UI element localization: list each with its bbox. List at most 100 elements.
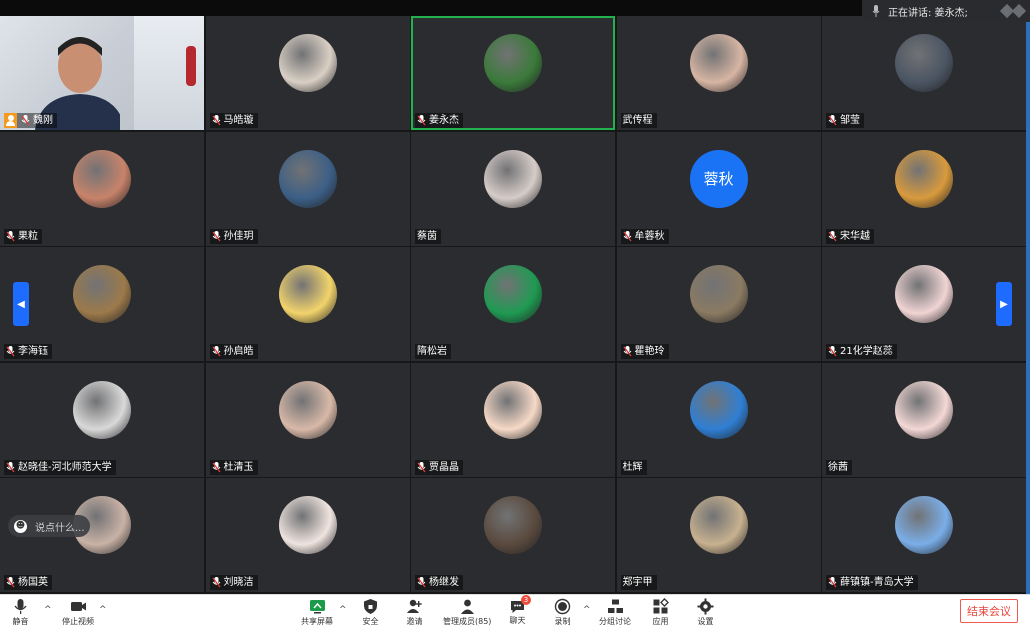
participant-name-tag: 姜永杰 xyxy=(415,113,463,128)
participant-tile[interactable]: 杜辉 xyxy=(616,362,821,477)
settings-label: 设置 xyxy=(697,617,714,626)
apps-button[interactable]: 应用 xyxy=(652,598,669,627)
share-screen-button[interactable]: 共享屏幕 xyxy=(301,598,333,627)
participant-name: 杜清玉 xyxy=(223,461,254,473)
add-user-icon xyxy=(407,599,422,613)
host-icon xyxy=(4,113,17,128)
prev-page-button[interactable]: ◀ xyxy=(13,282,29,326)
participant-name: 武传程 xyxy=(622,115,653,126)
participant-name: 赵晓佳-河北师范大学 xyxy=(18,461,112,473)
camera-icon xyxy=(70,602,86,611)
participant-name-tag: 刘晓洁 xyxy=(209,575,258,590)
manage-members-button[interactable]: 管理成员(85) xyxy=(443,598,491,627)
participant-name: 杜辉 xyxy=(622,461,643,473)
cartoon-astronaut-avatar xyxy=(689,34,748,92)
stop-video-button[interactable]: 停止视频 xyxy=(62,598,94,627)
chat-label: 聊天 xyxy=(509,616,526,625)
participant-tile[interactable]: 徐茜 xyxy=(822,362,1026,477)
participant-name-tag: 魏刚 xyxy=(4,113,57,128)
breakout-label: 分组讨论 xyxy=(599,617,631,626)
mute-button[interactable]: 静音 xyxy=(12,598,29,627)
participant-tile[interactable]: 武传程 xyxy=(616,16,821,130)
participant-tile[interactable]: 瞿艳玲 xyxy=(616,247,821,361)
participant-name-tag: 孙启皓 xyxy=(209,344,258,359)
emoji-icon[interactable]: ☻ xyxy=(14,519,27,533)
participant-tile[interactable]: 果粒 xyxy=(0,131,204,246)
participant-tile[interactable]: 蔡茵 xyxy=(411,131,615,246)
mic-icon xyxy=(828,346,837,357)
record-icon xyxy=(554,598,571,615)
participant-tile[interactable]: 薛镇镇-青岛大学 xyxy=(822,478,1026,592)
speaking-label: 正在讲话: 姜永杰; xyxy=(888,7,968,19)
participant-name: 隋松岩 xyxy=(417,346,447,357)
participant-grid: 魏刚 马皓璇 姜永杰 武传程 邹莹 果粒 孙佳玥 蔡茵 蓉秋 牟蓉秋 宋华越 李海钰 孙启皓 隋松岩 瞿艳玲… xyxy=(0,16,1026,594)
meeting-toolbar: 静音 ^ 停止视频 ^ 共享屏幕 ^ 安全 邀请 管理成员(85) 3 聊天 录… xyxy=(0,594,1030,627)
participant-tile[interactable]: 蓉秋牟蓉秋 xyxy=(616,131,821,246)
chat-button[interactable]: 3 聊天 xyxy=(509,595,531,626)
participant-name-tag: 贾晶晶 xyxy=(415,459,463,475)
participant-name: 孙启皓 xyxy=(223,346,254,357)
participant-name: 果粒 xyxy=(18,230,38,242)
settings-button[interactable]: 设置 xyxy=(697,598,714,627)
participant-name-tag: 武传程 xyxy=(620,113,657,128)
chat-unread-badge: 3 xyxy=(521,595,531,605)
participant-tile[interactable]: 孙启皓 xyxy=(205,247,410,361)
members-icon xyxy=(460,599,474,614)
participant-name-tag: 瞿艳玲 xyxy=(620,344,669,359)
participant-name: 牟蓉秋 xyxy=(634,230,665,242)
invite-button[interactable]: 邀请 xyxy=(406,598,423,627)
rabbit-avatar xyxy=(73,265,131,323)
participant-tile[interactable]: 郑宇甲 xyxy=(616,478,821,592)
participant-name: 21化学赵蕊 xyxy=(840,346,893,357)
mic-icon xyxy=(417,577,426,588)
participant-tile[interactable]: 宋华越 xyxy=(822,131,1026,246)
record-button[interactable]: 录制 xyxy=(554,598,571,627)
woman-portrait-avatar xyxy=(278,496,337,554)
participant-name-tag: 薛镇镇-青岛大学 xyxy=(826,575,918,590)
breakout-button[interactable]: 分组讨论 xyxy=(599,598,631,627)
participant-tile[interactable]: 邹莹 xyxy=(822,16,1026,130)
map-avatar xyxy=(689,496,748,554)
participant-tile[interactable]: 魏刚 xyxy=(0,16,204,130)
participant-tile[interactable]: 杜清玉 xyxy=(205,362,410,477)
end-meeting-button[interactable]: 结束会议 xyxy=(960,599,1018,623)
participant-name: 郑宇甲 xyxy=(622,577,653,588)
participant-tile[interactable]: 赵晓佳-河北师范大学 xyxy=(0,362,204,477)
mic-icon xyxy=(21,115,30,126)
video-options-caret[interactable]: ^ xyxy=(99,605,107,615)
security-button[interactable]: 安全 xyxy=(362,598,379,627)
participant-tile[interactable]: 隋松岩 xyxy=(411,247,615,361)
sheep-avatar xyxy=(484,380,542,439)
participant-name-tag: 徐茜 xyxy=(826,459,852,475)
participant-name: 宋华越 xyxy=(840,230,870,242)
participant-name: 贾晶晶 xyxy=(429,461,459,473)
mic-icon xyxy=(417,461,426,472)
view-toggle-icon[interactable] xyxy=(999,3,1030,19)
participant-tile[interactable]: 刘晓洁 xyxy=(205,478,410,592)
participant-name-tag: 杜清玉 xyxy=(209,459,258,475)
participant-name-tag: 杨国英 xyxy=(4,575,52,590)
participant-tile[interactable]: 马皓璇 xyxy=(205,16,410,130)
mic-icon xyxy=(622,346,632,357)
breakout-icon xyxy=(607,599,623,613)
cartoon-boy-avatar xyxy=(278,265,337,323)
anime-girl-avatar xyxy=(895,380,953,439)
participant-name-tag: 牟蓉秋 xyxy=(620,228,669,244)
mic-icon xyxy=(6,461,15,472)
participant-tile[interactable]: 李海钰 xyxy=(0,247,204,361)
mute-options-caret[interactable]: ^ xyxy=(44,605,52,615)
manage-members-label: 管理成员(85) xyxy=(443,617,492,626)
record-options-caret[interactable]: ^ xyxy=(583,605,591,615)
participant-name-tag: 杜辉 xyxy=(620,459,647,475)
participant-name: 邹莹 xyxy=(840,115,860,126)
quick-chat-input[interactable]: ☻ 说点什么... xyxy=(8,515,90,537)
participant-tile[interactable]: 贾晶晶 xyxy=(411,362,615,477)
mic-icon xyxy=(828,230,837,241)
participant-tile[interactable]: 孙佳玥 xyxy=(205,131,410,246)
next-page-button[interactable]: ▶ xyxy=(996,282,1012,326)
participant-tile[interactable]: 姜永杰 xyxy=(411,16,615,130)
participant-avatar: 蓉秋 xyxy=(689,149,748,208)
participant-tile[interactable]: 杨继发 xyxy=(411,478,615,592)
record-label: 录制 xyxy=(554,617,571,626)
share-options-caret[interactable]: ^ xyxy=(339,605,347,615)
